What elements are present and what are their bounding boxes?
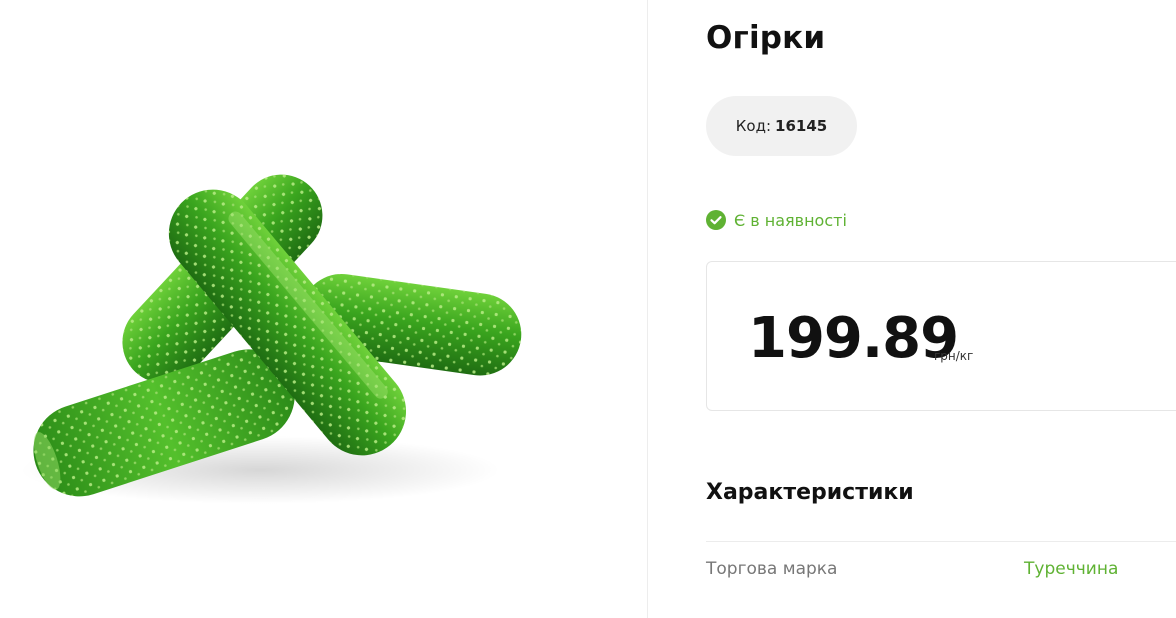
characteristics-divider	[706, 541, 1176, 542]
product-code-value: 16145	[775, 117, 828, 135]
characteristics-heading: Характеристики	[706, 480, 914, 505]
product-page: Огірки Код: 16145 Є в наявності 199.89 г…	[0, 0, 1176, 618]
product-code-badge: Код: 16145	[706, 96, 857, 156]
availability-status: Є в наявності	[706, 210, 847, 230]
characteristic-label: Торгова марка	[706, 559, 838, 579]
product-price: 199.89	[748, 306, 959, 371]
product-title: Огірки	[706, 20, 826, 56]
price-unit: грн/кг	[934, 349, 974, 363]
price-box: 199.89 грн/кг	[706, 261, 1176, 411]
column-divider	[647, 0, 648, 618]
product-image-area	[0, 0, 647, 618]
check-circle-icon	[706, 210, 726, 230]
characteristic-value-link[interactable]: Туреччина	[1024, 559, 1118, 579]
cucumber-image	[20, 174, 522, 504]
product-code-label: Код:	[735, 117, 772, 135]
availability-text: Є в наявності	[734, 210, 847, 230]
